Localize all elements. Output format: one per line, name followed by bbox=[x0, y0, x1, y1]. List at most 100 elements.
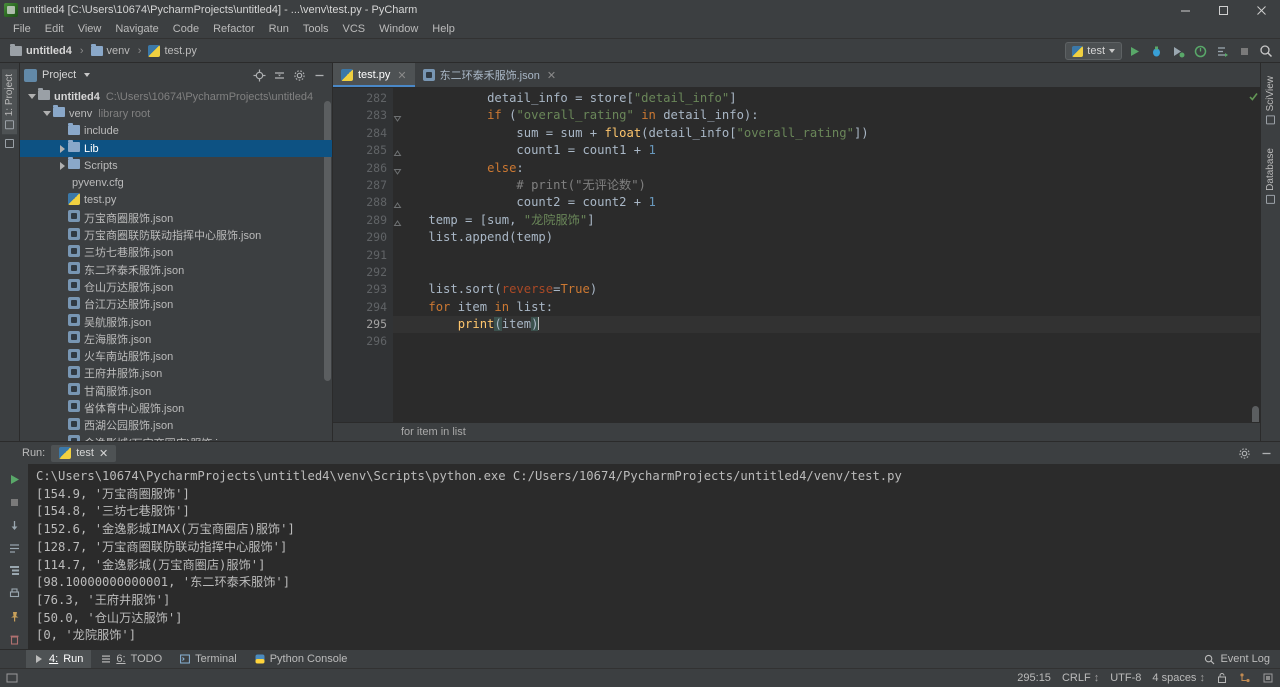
chevron-down-icon[interactable] bbox=[84, 73, 91, 77]
tree-item[interactable]: include bbox=[20, 122, 332, 140]
run-button[interactable] bbox=[1124, 41, 1144, 61]
code-line[interactable]: # print("无评论数") bbox=[393, 177, 1260, 194]
line-separator-selector[interactable]: CRLF ↕ bbox=[1062, 672, 1099, 684]
code-line[interactable]: list.sort(reverse=True) bbox=[393, 281, 1260, 298]
lock-icon[interactable] bbox=[1216, 672, 1228, 684]
breadcrumb-project[interactable]: untitled4 bbox=[6, 43, 76, 57]
menu-item-code[interactable]: Code bbox=[166, 20, 206, 39]
bottom-tab-run[interactable]: 4: Run bbox=[26, 649, 92, 669]
search-everywhere-button[interactable] bbox=[1256, 41, 1276, 61]
scroll-to-end-button[interactable] bbox=[4, 516, 24, 535]
profile-button[interactable] bbox=[1190, 41, 1210, 61]
tree-item[interactable]: 仓山万达服饰.json bbox=[20, 278, 332, 295]
code-line[interactable]: list.append(temp) bbox=[393, 229, 1260, 246]
breadcrumb-venv[interactable]: venv bbox=[76, 43, 134, 57]
sidebar-item-structure-top[interactable] bbox=[3, 134, 16, 153]
code-line[interactable] bbox=[393, 247, 1260, 264]
line-number[interactable]: 285 bbox=[333, 142, 402, 159]
indent-selector[interactable]: 4 spaces ↕ bbox=[1152, 672, 1205, 684]
expand-arrow[interactable] bbox=[56, 161, 68, 170]
line-number[interactable]: 289 bbox=[333, 212, 402, 229]
tree-item[interactable]: Scripts bbox=[20, 157, 332, 174]
menu-item-file[interactable]: File bbox=[6, 20, 38, 39]
tree-item[interactable]: 西湖公园服饰.json bbox=[20, 417, 332, 434]
menu-item-run[interactable]: Run bbox=[262, 20, 296, 39]
close-icon[interactable]: ✕ bbox=[99, 447, 108, 460]
menu-item-refactor[interactable]: Refactor bbox=[206, 20, 262, 39]
expand-arrow[interactable] bbox=[26, 94, 38, 100]
print-button[interactable] bbox=[4, 584, 24, 603]
locate-button[interactable] bbox=[250, 66, 268, 84]
maximize-button[interactable] bbox=[1204, 0, 1242, 20]
close-icon[interactable]: ✕ bbox=[397, 69, 406, 82]
menu-item-vcs[interactable]: VCS bbox=[336, 20, 373, 39]
close-icon[interactable]: ✕ bbox=[547, 69, 556, 82]
editor-vertical-scrollbar[interactable] bbox=[1252, 406, 1259, 422]
tree-item[interactable]: 万宝商圈服饰.json bbox=[20, 209, 332, 226]
gear-icon[interactable] bbox=[1235, 444, 1253, 462]
memory-icon[interactable] bbox=[1262, 672, 1274, 684]
breadcrumb-file[interactable]: test.py bbox=[134, 44, 201, 57]
line-number[interactable]: 291 bbox=[333, 247, 393, 264]
code-line[interactable]: if ("overall_rating" in detail_info): bbox=[393, 107, 1260, 124]
menu-item-tools[interactable]: Tools bbox=[296, 20, 336, 39]
line-number[interactable]: 295 bbox=[333, 316, 393, 333]
line-number[interactable]: 292 bbox=[333, 264, 393, 281]
line-number[interactable]: 284 bbox=[333, 125, 393, 142]
code-line[interactable]: detail_info = store["detail_info"] bbox=[393, 90, 1260, 107]
line-number[interactable]: 283 bbox=[333, 107, 402, 124]
line-number[interactable]: 294 bbox=[333, 299, 393, 316]
line-number[interactable]: 290 bbox=[333, 229, 393, 246]
minimize-button[interactable] bbox=[1166, 0, 1204, 20]
debug-button[interactable] bbox=[1146, 41, 1166, 61]
code-content[interactable]: detail_info = store["detail_info"] if ("… bbox=[393, 88, 1260, 422]
pin-button[interactable] bbox=[4, 607, 24, 626]
soft-wrap-button[interactable] bbox=[4, 539, 24, 558]
menu-item-view[interactable]: View bbox=[71, 20, 109, 39]
tree-item[interactable]: 左海服饰.json bbox=[20, 330, 332, 347]
tree-item[interactable]: 省体育中心服饰.json bbox=[20, 399, 332, 416]
menu-item-window[interactable]: Window bbox=[372, 20, 425, 39]
tree-item[interactable]: 吴航服饰.json bbox=[20, 313, 332, 330]
code-line[interactable] bbox=[393, 333, 1260, 350]
gear-icon[interactable] bbox=[290, 66, 308, 84]
line-number[interactable]: 282 bbox=[333, 90, 393, 107]
code-line[interactable]: count1 = count1 + 1 bbox=[393, 142, 1260, 159]
tree-item[interactable]: test.py bbox=[20, 192, 332, 209]
sidebar-item-project[interactable]: 1: Project bbox=[2, 69, 17, 135]
tree-item[interactable]: pyvenv.cfg bbox=[20, 174, 332, 191]
menu-item-edit[interactable]: Edit bbox=[38, 20, 71, 39]
bottom-tab-todo[interactable]: 6: TODO bbox=[93, 650, 170, 669]
run-with-coverage-button[interactable] bbox=[1168, 41, 1188, 61]
caret-position[interactable]: 295:15 bbox=[1017, 672, 1051, 684]
collapse-all-button[interactable] bbox=[270, 66, 288, 84]
tree-item[interactable]: 王府井服饰.json bbox=[20, 365, 332, 382]
tree-item[interactable]: untitled4 C:\Users\10674\PycharmProjects\… bbox=[20, 88, 332, 105]
show-as-tree-button[interactable] bbox=[4, 562, 24, 581]
code-line[interactable]: temp = [sum, "龙院服饰"] bbox=[393, 212, 1260, 229]
project-tree[interactable]: untitled4 C:\Users\10674\PycharmProjects\… bbox=[20, 87, 332, 441]
tree-item[interactable]: 台江万达服饰.json bbox=[20, 296, 332, 313]
run-with-console-button[interactable] bbox=[1212, 41, 1232, 61]
editor-tab[interactable]: test.py ✕ bbox=[333, 63, 415, 87]
menu-item-help[interactable]: Help bbox=[425, 20, 462, 39]
editor-viewport[interactable]: 282 283 284 285 286 287 288 289 290 291 292 293 294 2… bbox=[333, 88, 1260, 422]
encoding-selector[interactable]: UTF-8 bbox=[1110, 672, 1141, 684]
tree-item[interactable]: 甘蔺服饰.json bbox=[20, 382, 332, 399]
tree-item[interactable]: 东二环泰禾服饰.json bbox=[20, 261, 332, 278]
tree-item[interactable]: 万宝商圈联防联动指挥中心服饰.json bbox=[20, 226, 332, 243]
sidebar-item-sciview[interactable]: SciView bbox=[1263, 71, 1278, 129]
rerun-button[interactable] bbox=[4, 470, 24, 489]
expand-arrow[interactable] bbox=[56, 144, 68, 153]
clear-all-button[interactable] bbox=[4, 630, 24, 649]
editor-tab[interactable]: 东二环泰禾服饰.json ✕ bbox=[414, 63, 565, 87]
code-line[interactable]: else: bbox=[393, 160, 1260, 177]
code-line[interactable] bbox=[393, 264, 1260, 281]
line-number[interactable]: 293 bbox=[333, 281, 393, 298]
code-line[interactable]: print(item) bbox=[393, 316, 1260, 334]
stop-button[interactable] bbox=[1234, 41, 1254, 61]
status-left-icon[interactable] bbox=[6, 672, 18, 684]
bottom-tab-terminal[interactable]: Terminal bbox=[172, 650, 245, 669]
tree-item[interactable]: Lib bbox=[20, 139, 332, 158]
run-configuration-selector[interactable]: test bbox=[1065, 42, 1122, 60]
